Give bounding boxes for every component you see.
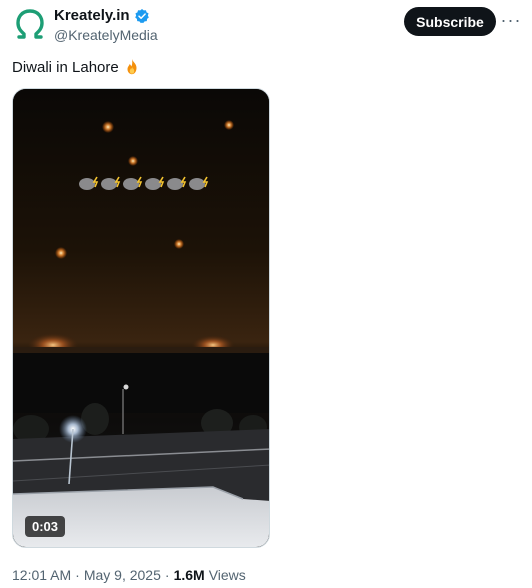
omega-logo-icon bbox=[16, 9, 44, 39]
meta-separator: · bbox=[75, 567, 80, 583]
author-block: Kreately.in @KreatelyMedia bbox=[54, 7, 158, 43]
verified-badge-icon bbox=[134, 8, 149, 23]
video-player[interactable]: 0:03 bbox=[12, 88, 270, 548]
author-handle[interactable]: @KreatelyMedia bbox=[54, 27, 158, 43]
views-label: Views bbox=[208, 567, 246, 583]
tweet-text: Diwali in Lahore bbox=[12, 58, 141, 76]
more-options-icon[interactable]: ··· bbox=[501, 10, 521, 30]
subscribe-button[interactable]: Subscribe bbox=[404, 7, 496, 36]
meta-separator: · bbox=[164, 567, 170, 583]
video-frame bbox=[13, 89, 269, 547]
views-count: 1.6M bbox=[173, 567, 205, 583]
tweet-time[interactable]: 12:01 AM bbox=[12, 567, 71, 583]
video-duration-badge: 0:03 bbox=[25, 516, 66, 537]
tweet-text-content: Diwali in Lahore bbox=[12, 58, 119, 76]
tweet-date[interactable]: May 9, 2025 bbox=[84, 567, 161, 583]
avatar[interactable] bbox=[12, 6, 48, 42]
fire-emoji-icon bbox=[127, 58, 137, 75]
author-name[interactable]: Kreately.in bbox=[54, 7, 130, 24]
tweet-metadata: 12:01 AM · May 9, 2025 · 1.6M Views bbox=[12, 567, 246, 583]
